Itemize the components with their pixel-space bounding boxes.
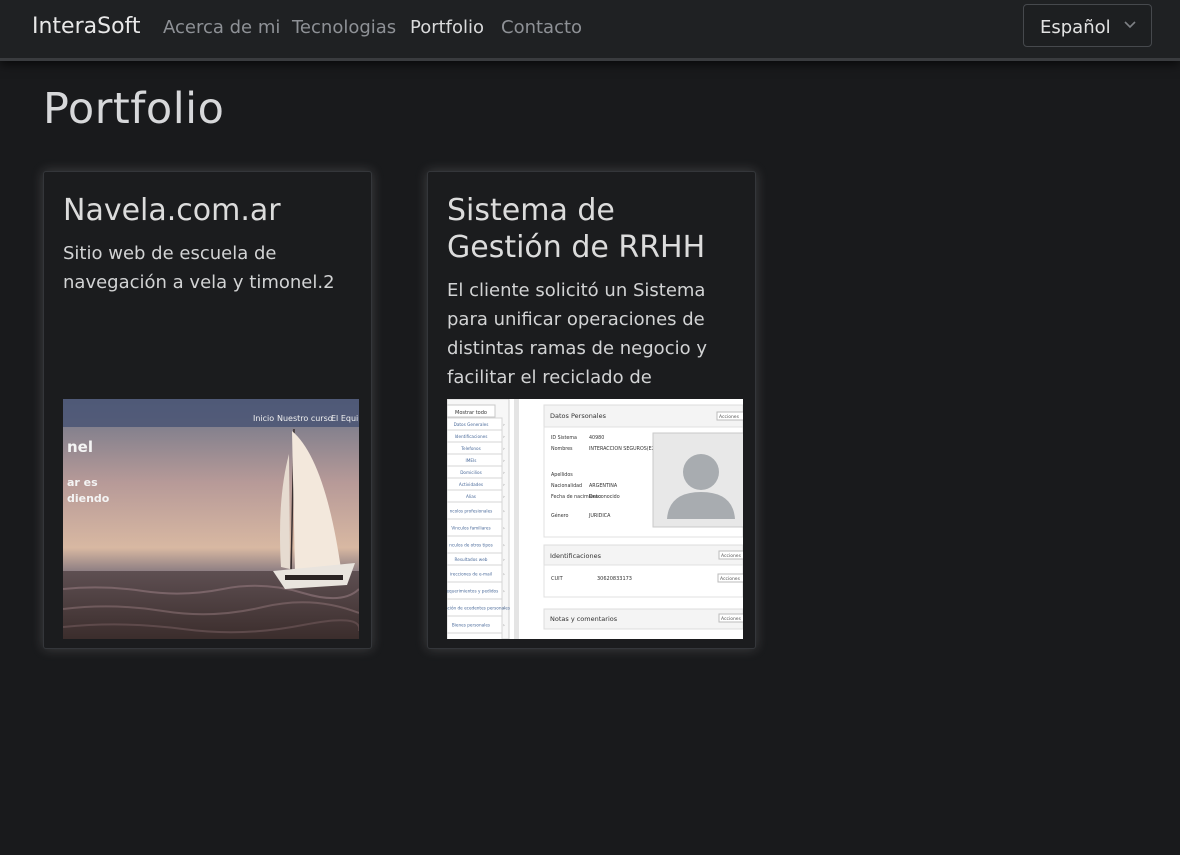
- project-description: Sitio web de escuela de navegación a vel…: [63, 243, 335, 293]
- screenshot-sidebar-arrow: ›: [503, 435, 505, 440]
- nav-link-technologies[interactable]: Tecnologias: [292, 17, 396, 38]
- screenshot-field-value: Desconocido: [589, 494, 620, 500]
- screenshot-sidebar-item-label: Datos Generales: [454, 422, 489, 427]
- language-select-value: Español: [1040, 17, 1111, 38]
- project-screenshot-rrhh[interactable]: Mostrar todo Datos Generales › Identificac…: [447, 399, 743, 639]
- screenshot-cuit-label: CUIT: [551, 576, 564, 582]
- screenshot-sidebar-item: [447, 632, 503, 639]
- project-card-rrhh[interactable]: Sistema de Gestión de RRHH El cliente so…: [427, 171, 756, 649]
- screenshot-sidebar-header: Mostrar todo: [455, 410, 487, 416]
- screenshot-sidebar-item-label: Requerimientos y pedidos: [447, 589, 498, 594]
- screenshot-sidebar-item-label: ncolos profesionales: [450, 509, 493, 514]
- screenshot-hero-word: nel: [67, 438, 93, 456]
- screenshot-sidebar-item-label: Verificación de ecedentes personales: [447, 606, 510, 611]
- screenshot-cuit-value: 30620833173: [597, 576, 632, 582]
- page-title: Portfolio: [43, 84, 225, 134]
- screenshot-field-value: JURIDICA: [588, 513, 611, 519]
- screenshot-sidebar-arrow: ›: [503, 544, 505, 549]
- screenshot-sidebar-item-label: Bienes personales: [452, 623, 490, 628]
- screenshot-nav-2: Nuestro curso: [277, 414, 333, 423]
- screenshot-sidebar-arrow: ›: [503, 459, 505, 464]
- screenshot-field-value: ARGENTINA: [589, 483, 618, 489]
- screenshot-hero-line1: ar es: [67, 476, 98, 489]
- screenshot-actions-1: Acciones: [719, 414, 740, 420]
- screenshot-sidebar-item-label: Resultados web: [455, 557, 488, 562]
- screenshot-sidebar-arrow: ›: [503, 527, 505, 532]
- screenshot-sidebar-arrow: ›: [503, 510, 505, 515]
- screenshot-field-label: Género: [551, 512, 569, 519]
- screenshot-field-label: Nacionalidad: [551, 483, 582, 489]
- screenshot-nav-3: El Equip: [331, 414, 359, 423]
- screenshot-sidebar-arrow: ›: [503, 447, 505, 452]
- screenshot-actions-2: Acciones: [721, 553, 742, 559]
- project-card-navela[interactable]: Navela.com.ar Sitio web de escuela de na…: [43, 171, 372, 649]
- screenshot-field-value: 40980: [589, 435, 604, 441]
- screenshot-sidebar-arrow: ›: [503, 471, 505, 476]
- nav-link-contact[interactable]: Contacto: [501, 17, 582, 38]
- screenshot-sidebar-item-label: nculos de otros tipos: [449, 543, 493, 548]
- screenshot-sidebar-arrow: ›: [503, 573, 505, 578]
- nav-link-portfolio[interactable]: Portfolio: [410, 17, 484, 38]
- screenshot-sidebar-arrow: ›: [503, 495, 505, 500]
- screenshot-sidebar-item-label: Vinculos familiares: [451, 526, 490, 531]
- project-screenshot-navela[interactable]: Inicio Nuestro curso El Equip nel ar es …: [63, 399, 359, 639]
- screenshot-sidebar-item-label: Alias: [466, 494, 476, 499]
- project-title: Navela.com.ar: [63, 193, 281, 228]
- screenshot-sidebar-list: Datos Generales › Identificaciones › Telefon…: [447, 417, 510, 639]
- screenshot-actions-3: Acciones: [720, 576, 741, 582]
- screenshot-sidebar-arrow: ›: [503, 483, 505, 488]
- screenshot-sidebar-item-label: Domicilios: [460, 470, 482, 475]
- project-title: Sistema de Gestión de RRHH: [447, 193, 706, 265]
- screenshot-sidebar-arrow: ›: [503, 607, 505, 612]
- screenshot-sidebar-item-label: Actividades: [459, 482, 483, 487]
- screenshot-field-label: Apellidos: [551, 472, 573, 478]
- screenshot-sidebar-arrow: ›: [503, 624, 505, 629]
- screenshot-hero-line2: diendo: [67, 492, 110, 505]
- screenshot-sidebar-arrow: ›: [503, 590, 505, 595]
- nav-link-about[interactable]: Acerca de mi: [163, 17, 280, 38]
- top-navbar: InteraSoft Acerca de mi Tecnologias Port…: [0, 0, 1180, 61]
- screenshot-sidebar-item-label: Identificaciones: [455, 434, 488, 439]
- screenshot-sidebar-arrow: ›: [503, 558, 505, 563]
- screenshot-section-ids: Identificaciones: [550, 552, 602, 560]
- screenshot-section-personal: Datos Personales: [550, 412, 607, 420]
- language-select[interactable]: Español: [1023, 4, 1152, 47]
- screenshot-actions-4: Acciones: [721, 616, 742, 622]
- screenshot-field-label: ID Sistema: [551, 435, 577, 441]
- screenshot-sidebar-arrow: ›: [503, 423, 505, 428]
- screenshot-nav-1: Inicio: [253, 414, 274, 423]
- project-description: El cliente solicitó un Sistema para unif…: [447, 280, 707, 388]
- screenshot-section-notes: Notas y comentarios: [550, 615, 618, 623]
- screenshot-field-label: Nombres: [551, 446, 573, 452]
- brand-logo[interactable]: InteraSoft: [32, 14, 141, 39]
- chevron-down-icon: [1123, 17, 1137, 31]
- screenshot-sidebar-item-label: Telefonos: [460, 446, 481, 451]
- screenshot-sidebar-item-label: irecciones de e-mail: [450, 572, 492, 577]
- screenshot-sidebar-item-label: IMEIs: [466, 458, 477, 463]
